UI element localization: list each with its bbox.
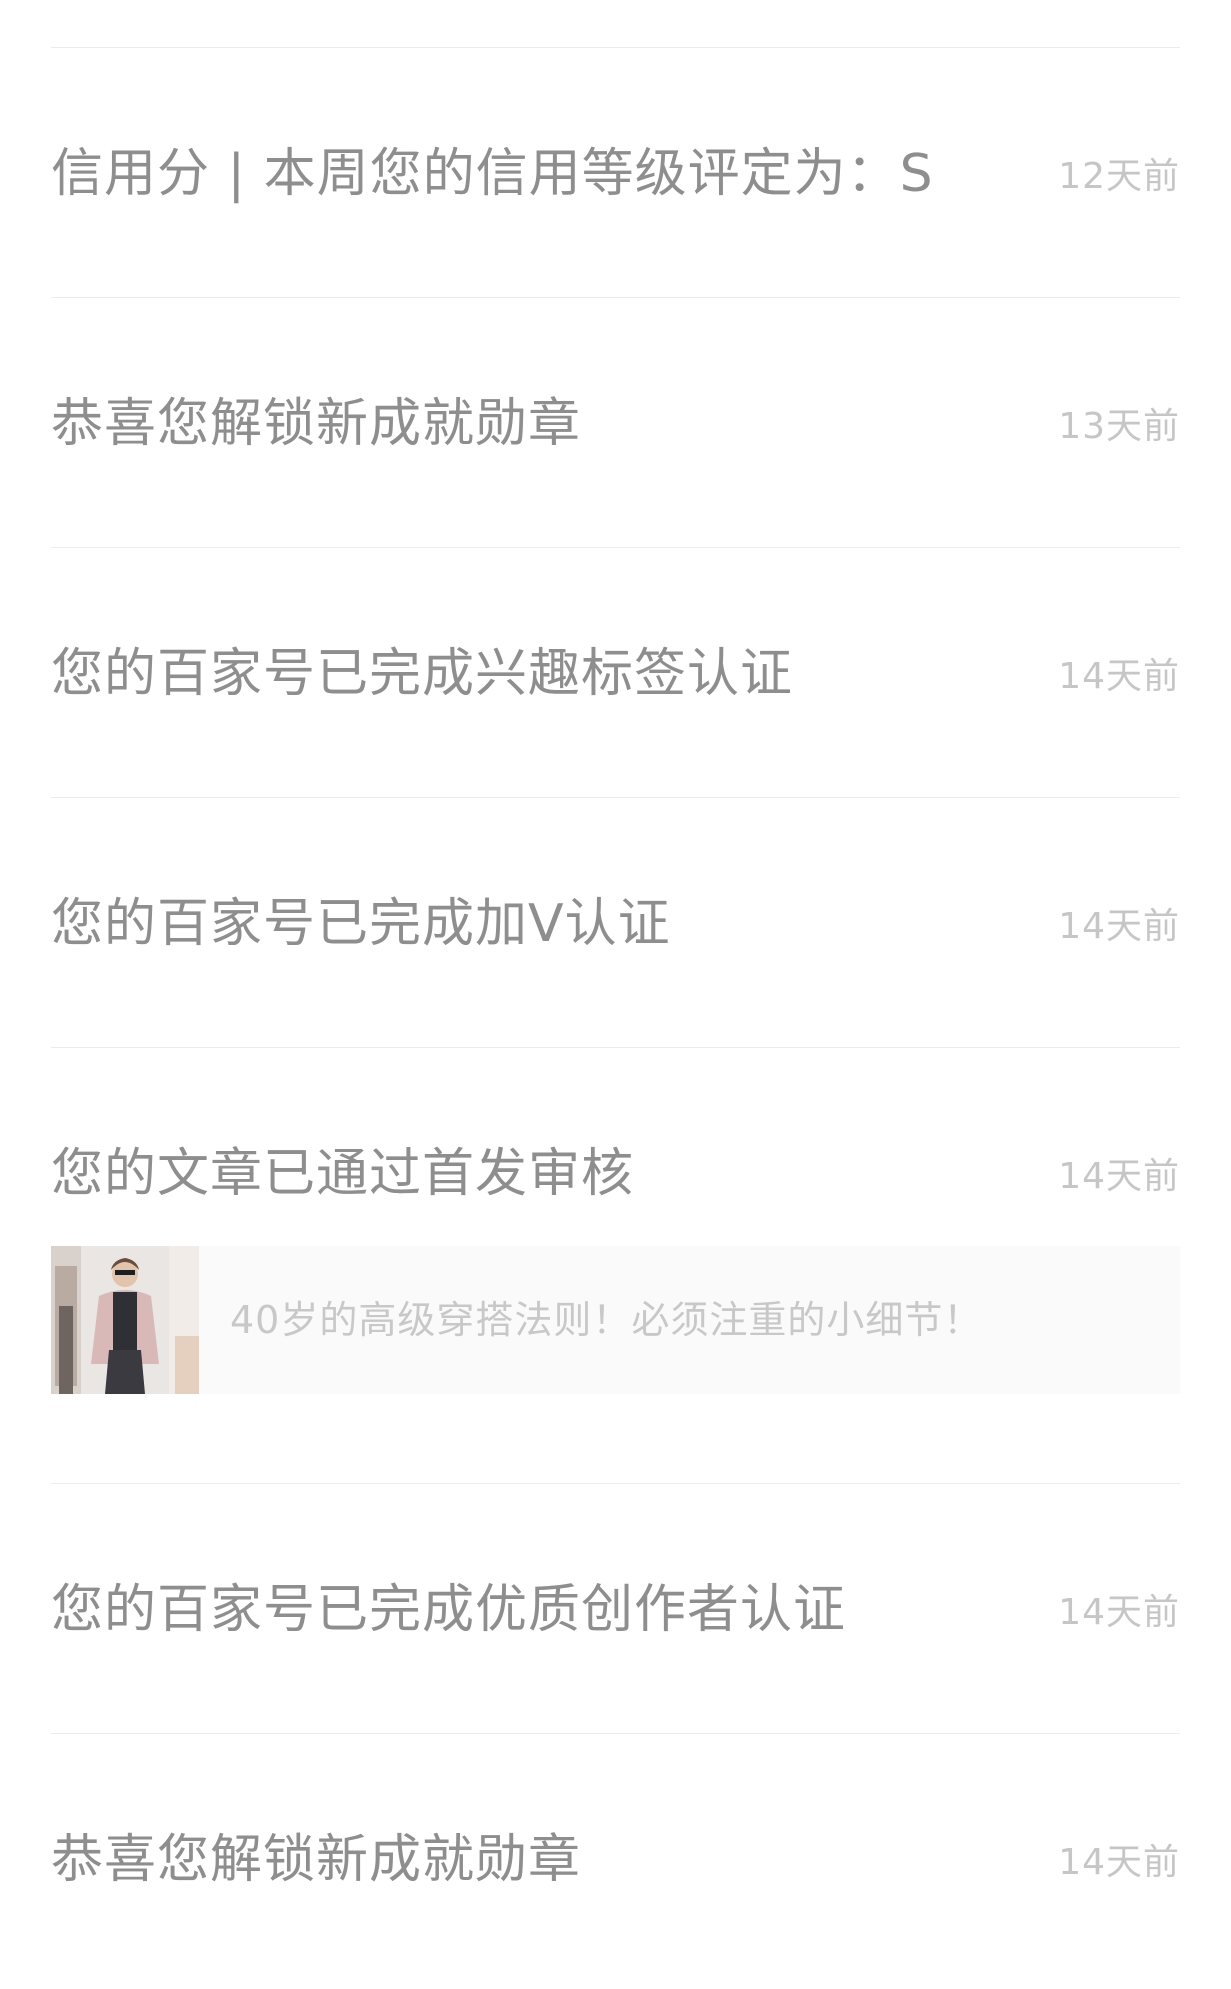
notification-time: 12天前 bbox=[1058, 156, 1180, 197]
notification-title: 您的百家号已完成兴趣标签认证 bbox=[51, 644, 794, 704]
notification-time: 14天前 bbox=[1058, 656, 1180, 697]
divider bbox=[51, 1733, 1180, 1734]
notification-item[interactable]: 恭喜您解锁新成就勋章 13天前 bbox=[51, 384, 1180, 464]
notification-item[interactable]: 信用分 | 本周您的信用等级评定为：S 12天前 bbox=[51, 134, 1180, 214]
notification-time: 14天前 bbox=[1058, 906, 1180, 947]
notification-item[interactable]: 您的文章已通过首发审核 14天前 bbox=[51, 1134, 1180, 1214]
notification-time: 14天前 bbox=[1058, 1156, 1180, 1197]
divider bbox=[51, 297, 1180, 298]
article-thumbnail bbox=[51, 1246, 199, 1394]
notification-time: 14天前 bbox=[1058, 1592, 1180, 1633]
notification-title: 您的百家号已完成加V认证 bbox=[51, 894, 671, 954]
article-card[interactable]: 40岁的高级穿搭法则！必须注重的小细节！ bbox=[51, 1246, 1180, 1394]
divider bbox=[51, 1047, 1180, 1048]
notification-item[interactable]: 您的百家号已完成加V认证 14天前 bbox=[51, 884, 1180, 964]
notification-item[interactable]: 恭喜您解锁新成就勋章 14天前 bbox=[51, 1820, 1180, 1900]
divider bbox=[51, 797, 1180, 798]
notification-title: 恭喜您解锁新成就勋章 bbox=[51, 1830, 582, 1890]
notification-time: 13天前 bbox=[1058, 406, 1180, 447]
notification-time: 14天前 bbox=[1058, 1842, 1180, 1883]
notification-item[interactable]: 您的百家号已完成优质创作者认证 14天前 bbox=[51, 1570, 1180, 1650]
divider bbox=[51, 547, 1180, 548]
divider bbox=[51, 1483, 1180, 1484]
notification-title: 您的百家号已完成优质创作者认证 bbox=[51, 1580, 847, 1640]
notification-title: 信用分 | 本周您的信用等级评定为：S bbox=[51, 144, 934, 204]
notification-title: 您的文章已通过首发审核 bbox=[51, 1144, 635, 1204]
notification-item[interactable]: 您的百家号已完成兴趣标签认证 14天前 bbox=[51, 634, 1180, 714]
divider bbox=[51, 47, 1180, 48]
article-title: 40岁的高级穿搭法则！必须注重的小细节！ bbox=[230, 1298, 983, 1342]
notification-title: 恭喜您解锁新成就勋章 bbox=[51, 394, 582, 454]
